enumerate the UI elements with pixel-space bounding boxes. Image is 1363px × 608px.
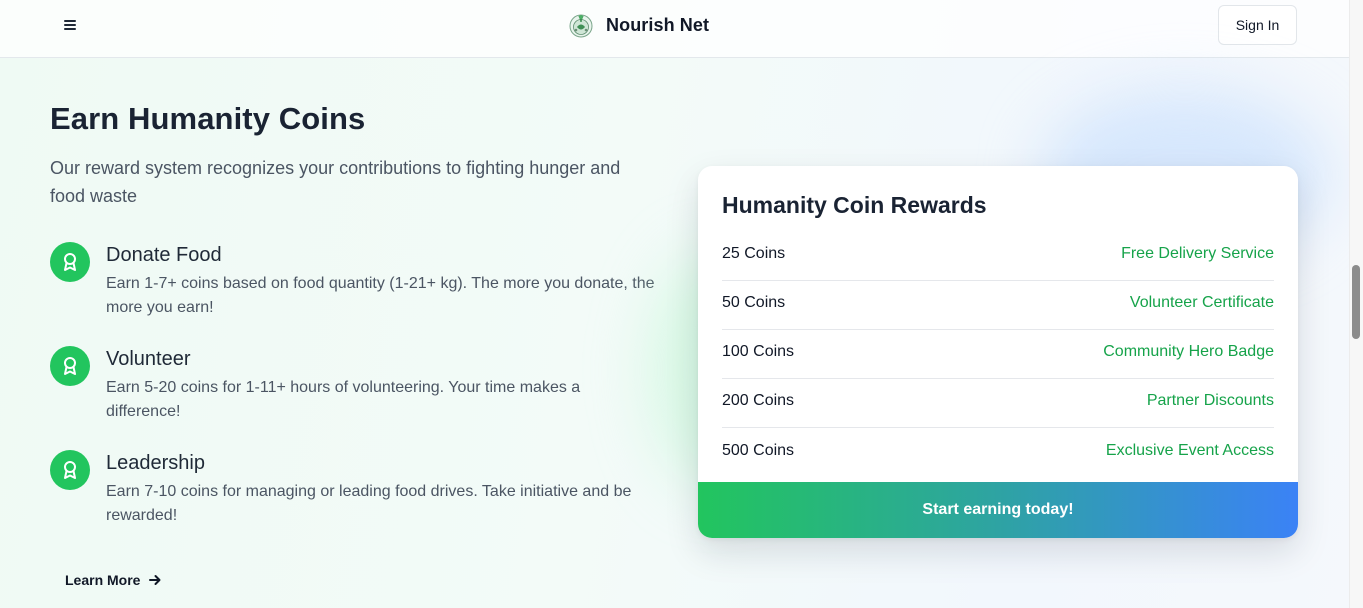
reward-name: Community Hero Badge: [1103, 343, 1274, 360]
reward-coins: 50 Coins: [722, 294, 786, 311]
feature-title: Volunteer: [106, 348, 191, 370]
learn-more-label: Learn More: [65, 572, 141, 588]
hamburger-menu-button[interactable]: [58, 13, 82, 37]
reward-row: 200 Coins Partner Discounts: [722, 379, 1274, 428]
arrow-right-icon: [149, 575, 161, 585]
feature-title: Leadership: [106, 452, 205, 474]
reward-coins: 25 Coins: [722, 245, 786, 262]
reward-row: 50 Coins Volunteer Certificate: [722, 281, 1274, 330]
menu-line: [64, 20, 76, 22]
rewards-card: Humanity Coin Rewards 25 Coins Free Deli…: [698, 166, 1298, 538]
start-earning-label: Start earning today!: [922, 501, 1074, 518]
scrollbar-thumb[interactable]: [1352, 265, 1360, 339]
reward-name: Exclusive Event Access: [1105, 441, 1274, 459]
start-earning-button[interactable]: Start earning today!: [698, 482, 1298, 538]
reward-name: Free Delivery Service: [1121, 245, 1274, 262]
reward-row: 25 Coins Free Delivery Service: [722, 232, 1274, 281]
page-subtitle: Our reward system recognizes your contri…: [50, 158, 621, 206]
reward-name: Partner Discounts: [1146, 392, 1274, 409]
reward-name: Volunteer Certificate: [1129, 294, 1274, 311]
rewards-list: 25 Coins Free Delivery Service 50 Coins …: [722, 232, 1274, 477]
award-icon: [50, 450, 90, 490]
brand-link[interactable]: Nourish Net: [568, 11, 709, 39]
rewards-card-title: Humanity Coin Rewards: [722, 192, 987, 218]
feature-description: Earn 5-20 coins for 1-11+ hours of volun…: [106, 379, 581, 420]
reward-row: 500 Coins Exclusive Event Access: [722, 428, 1274, 477]
page-title: Earn Humanity Coins: [50, 101, 366, 136]
reward-row: 100 Coins Community Hero Badge: [722, 330, 1274, 379]
reward-coins: 500 Coins: [722, 441, 795, 459]
feature-description: Earn 7-10 coins for managing or leading …: [106, 483, 632, 524]
brand-name: Nourish Net: [606, 14, 710, 35]
sign-in-button[interactable]: Sign In: [1218, 5, 1297, 45]
feature-title: Donate Food: [106, 244, 222, 266]
reward-coins: 200 Coins: [722, 392, 795, 409]
award-icon: [50, 346, 90, 386]
feature-description: Earn 1-7+ coins based on food quantity (…: [106, 275, 655, 316]
award-icon: [50, 242, 90, 282]
menu-line: [64, 28, 76, 30]
menu-line: [64, 24, 76, 26]
top-navbar: Nourish Net Sign In: [0, 0, 1349, 58]
learn-more-link[interactable]: Learn More: [65, 572, 162, 588]
nourish-net-logo-icon: [569, 14, 593, 38]
reward-coins: 100 Coins: [722, 343, 795, 360]
